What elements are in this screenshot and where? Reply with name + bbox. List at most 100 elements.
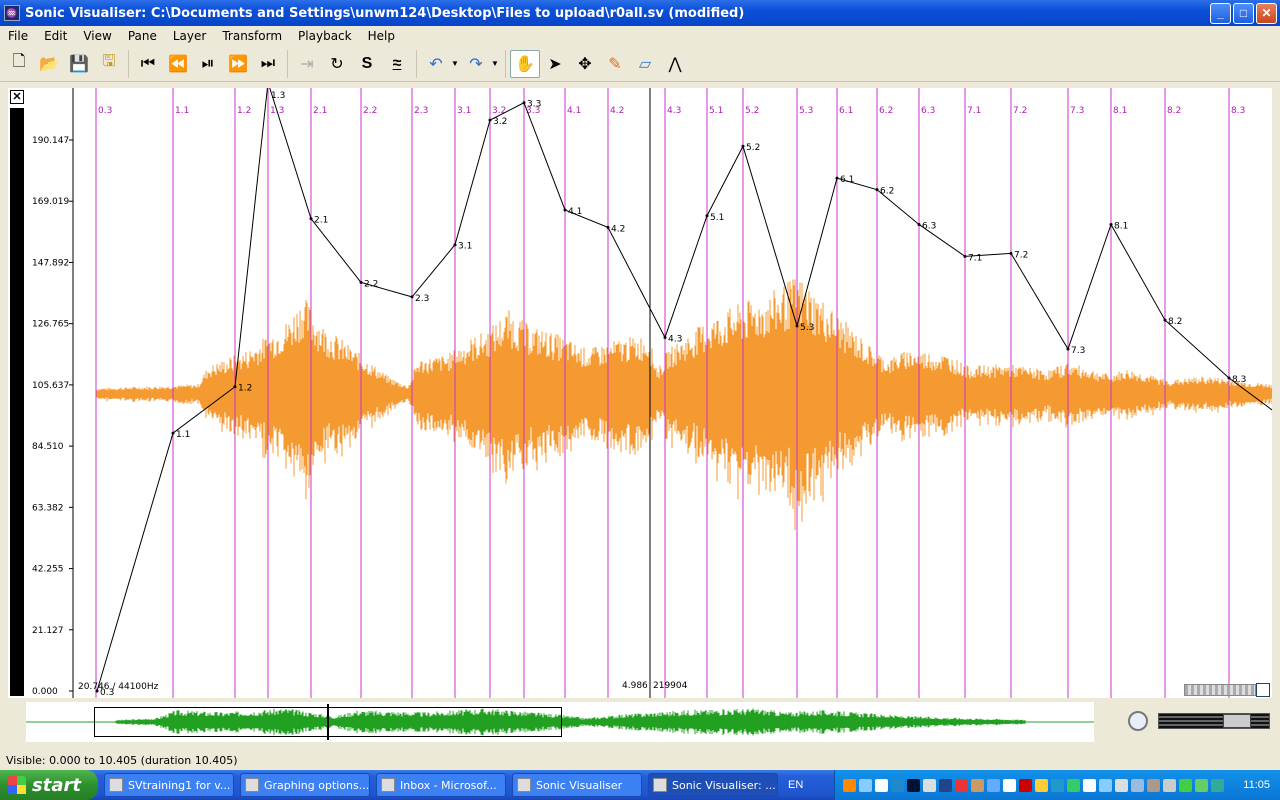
menu-pane[interactable]: Pane bbox=[120, 29, 165, 43]
tray-server-icon[interactable] bbox=[1131, 778, 1144, 792]
undo-icon[interactable]: ↶ bbox=[421, 50, 451, 78]
loop-icon[interactable]: ↻ bbox=[322, 50, 352, 78]
instant-label: 4.1 bbox=[567, 106, 581, 116]
draw-tool-icon[interactable]: ✎ bbox=[600, 50, 630, 78]
tray-clock-icon[interactable] bbox=[843, 778, 856, 792]
save-as-icon[interactable]: 🖫 bbox=[94, 50, 124, 78]
tray-display-icon[interactable] bbox=[1099, 778, 1112, 792]
tray-connection-icon[interactable] bbox=[1067, 778, 1080, 792]
task-sonic-visualiser-active[interactable]: Sonic Visualiser: ... bbox=[648, 773, 778, 797]
save-icon[interactable]: 💾 bbox=[64, 50, 94, 78]
tray-help-icon[interactable] bbox=[907, 778, 920, 792]
fast-forward-icon[interactable]: ⏩ bbox=[223, 50, 253, 78]
task-svtraining[interactable]: SVtraining1 for v... bbox=[104, 773, 234, 797]
erase-tool-icon[interactable]: ▱ bbox=[630, 50, 660, 78]
pane-handle[interactable] bbox=[10, 108, 24, 696]
tray-calculator-icon[interactable] bbox=[923, 778, 936, 792]
menu-view[interactable]: View bbox=[75, 29, 119, 43]
volume-knob[interactable] bbox=[1223, 714, 1251, 728]
main-pane[interactable]: 0.3 1.1 1.2 1.3 2.1 2.2 2.3 3.1 3.2 3.3 4.1 4.2 4.3 5… bbox=[8, 88, 1272, 698]
curve-point-label: 1.2 bbox=[238, 384, 252, 394]
axis-label: 0.000 bbox=[32, 687, 58, 697]
play-selection-icon[interactable]: ⇥ bbox=[292, 50, 322, 78]
curve-point bbox=[963, 254, 967, 258]
title-bar: ♒ Sonic Visualiser: C:\Documents and Set… bbox=[0, 0, 1280, 26]
select-tool-icon[interactable]: ➤ bbox=[540, 50, 570, 78]
instant-label: 4.2 bbox=[610, 106, 624, 116]
menu-transform[interactable]: Transform bbox=[214, 29, 290, 43]
word-icon bbox=[109, 778, 123, 792]
instant-label: 8.3 bbox=[1231, 106, 1245, 116]
rewind-start-icon[interactable]: ⏮ bbox=[133, 50, 163, 78]
tray-usb-icon[interactable] bbox=[1035, 778, 1048, 792]
solo-icon[interactable]: S bbox=[352, 50, 382, 78]
tray-tool-icon[interactable] bbox=[891, 778, 904, 792]
measure-tool-icon[interactable]: ⋀ bbox=[660, 50, 690, 78]
tray-audio-icon[interactable] bbox=[971, 778, 984, 792]
move-tool-icon[interactable]: ✥ bbox=[570, 50, 600, 78]
menu-playback[interactable]: Playback bbox=[290, 29, 360, 43]
instant-label: 1.1 bbox=[175, 106, 189, 116]
tray-pen-icon[interactable] bbox=[1147, 778, 1160, 792]
volume-slider[interactable] bbox=[1158, 713, 1270, 729]
overview-panel[interactable] bbox=[26, 702, 1094, 742]
curve-point-label: 6.2 bbox=[880, 187, 894, 197]
navigate-tool-icon[interactable]: ✋ bbox=[510, 49, 540, 78]
app-icon[interactable]: ♒ bbox=[4, 5, 20, 21]
menu-help[interactable]: Help bbox=[360, 29, 403, 43]
curve-point bbox=[1227, 376, 1231, 380]
undo-dropdown-icon[interactable]: ▼ bbox=[451, 59, 461, 68]
new-file-icon[interactable]: 🗋 bbox=[4, 50, 34, 78]
task-graphing[interactable]: Graphing options... bbox=[240, 773, 370, 797]
redo-icon[interactable]: ↷ bbox=[461, 50, 491, 78]
pane-close-icon[interactable]: ✕ bbox=[10, 90, 24, 104]
start-button[interactable]: start bbox=[0, 770, 98, 800]
tray-app-icon[interactable] bbox=[875, 778, 888, 792]
curve-point-label: 4.3 bbox=[668, 334, 682, 344]
align-icon[interactable]: ≈ bbox=[382, 50, 412, 78]
tray-volume-icon[interactable] bbox=[1211, 778, 1224, 792]
close-button[interactable]: ✕ bbox=[1256, 3, 1277, 24]
tray-update-icon[interactable] bbox=[987, 778, 1000, 792]
rewind-icon[interactable]: ⏪ bbox=[163, 50, 193, 78]
play-pause-icon[interactable]: ⏯ bbox=[193, 50, 223, 78]
instant-label: 8.1 bbox=[1113, 106, 1127, 116]
tray-battery-icon[interactable] bbox=[1163, 778, 1176, 792]
tray-shield-icon[interactable] bbox=[1179, 778, 1192, 792]
tray-bluetooth-icon[interactable] bbox=[1051, 778, 1064, 792]
forward-end-icon[interactable]: ⏭ bbox=[253, 50, 283, 78]
instant-label: 6.1 bbox=[839, 106, 853, 116]
task-inbox[interactable]: Inbox - Microsof... bbox=[376, 773, 506, 797]
zoom-reset-checkbox[interactable] bbox=[1256, 683, 1270, 697]
clock[interactable]: 11:05 bbox=[1243, 779, 1270, 791]
playback-speed-icon[interactable] bbox=[1128, 711, 1148, 731]
pane-canvas[interactable]: 0.3 1.1 1.2 1.3 2.1 2.2 2.3 3.1 3.2 3.3 4.1 4.2 4.3 5… bbox=[8, 88, 1272, 698]
language-indicator[interactable]: EN bbox=[788, 779, 814, 791]
curve-point bbox=[835, 176, 839, 180]
tray-settings-icon[interactable] bbox=[1083, 778, 1096, 792]
menu-layer[interactable]: Layer bbox=[165, 29, 214, 43]
task-sonic-visualiser[interactable]: Sonic Visualiser bbox=[512, 773, 642, 797]
tray-wifi-icon[interactable] bbox=[1195, 778, 1208, 792]
curve-point bbox=[563, 208, 567, 212]
redo-dropdown-icon[interactable]: ▼ bbox=[491, 59, 501, 68]
tray-antivirus-icon[interactable] bbox=[955, 778, 968, 792]
tray-sync-icon[interactable] bbox=[1115, 778, 1128, 792]
open-file-icon[interactable]: 📂 bbox=[34, 50, 64, 78]
instant-label: 5.3 bbox=[799, 106, 813, 116]
windows-flag-icon bbox=[8, 776, 26, 794]
tray-close-icon[interactable] bbox=[1019, 778, 1032, 792]
curve-point bbox=[795, 324, 799, 328]
menu-edit[interactable]: Edit bbox=[36, 29, 75, 43]
curve-point bbox=[705, 214, 709, 218]
zoom-wheel[interactable] bbox=[1184, 684, 1256, 696]
menu-file[interactable]: File bbox=[0, 29, 36, 43]
instant-label: 4.3 bbox=[667, 106, 681, 116]
tray-mail-icon[interactable] bbox=[1003, 778, 1016, 792]
tray-media-icon[interactable] bbox=[939, 778, 952, 792]
tray-network-icon[interactable] bbox=[859, 778, 872, 792]
minimize-button[interactable]: _ bbox=[1210, 3, 1231, 24]
curve-point-label: 1.1 bbox=[176, 430, 190, 440]
maximize-button[interactable]: □ bbox=[1233, 3, 1254, 24]
overview-selection[interactable] bbox=[94, 707, 562, 737]
